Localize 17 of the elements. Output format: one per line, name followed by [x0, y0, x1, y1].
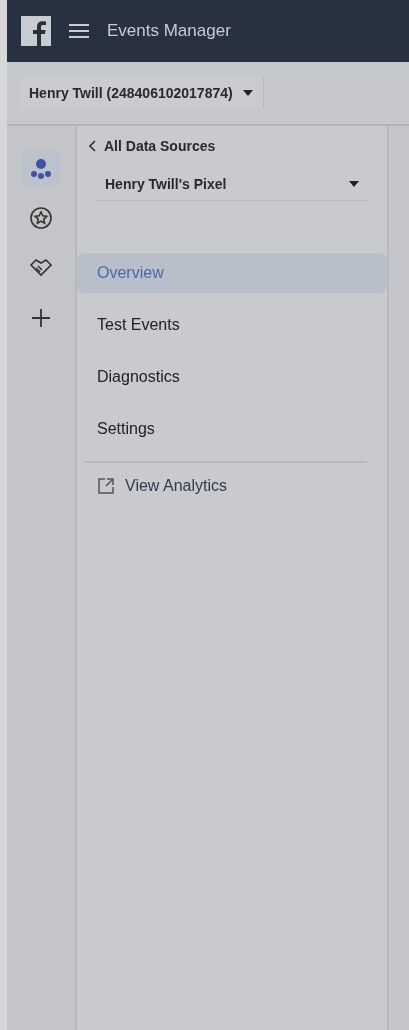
app-title: Events Manager [107, 21, 231, 41]
handshake-icon [29, 257, 53, 279]
nav-item[interactable]: Diagnostics [77, 357, 367, 397]
logo-icon [21, 16, 51, 46]
nodes-icon [29, 156, 53, 180]
menu-icon[interactable] [69, 23, 89, 39]
external-link-icon [97, 477, 115, 495]
analytics-link[interactable]: View Analytics [97, 477, 387, 495]
source-dropdown[interactable]: Henry Twill's Pixel [97, 168, 367, 201]
caret-icon [242, 90, 253, 96]
rail-button[interactable] [21, 150, 61, 186]
caret-icon [349, 181, 359, 187]
back-link[interactable]: All Data Sources [89, 138, 387, 154]
nav-item[interactable]: Test Events [77, 305, 367, 345]
chevron-left-icon [89, 140, 96, 152]
nav-item[interactable]: Settings [77, 409, 367, 449]
plus-icon [30, 307, 52, 329]
